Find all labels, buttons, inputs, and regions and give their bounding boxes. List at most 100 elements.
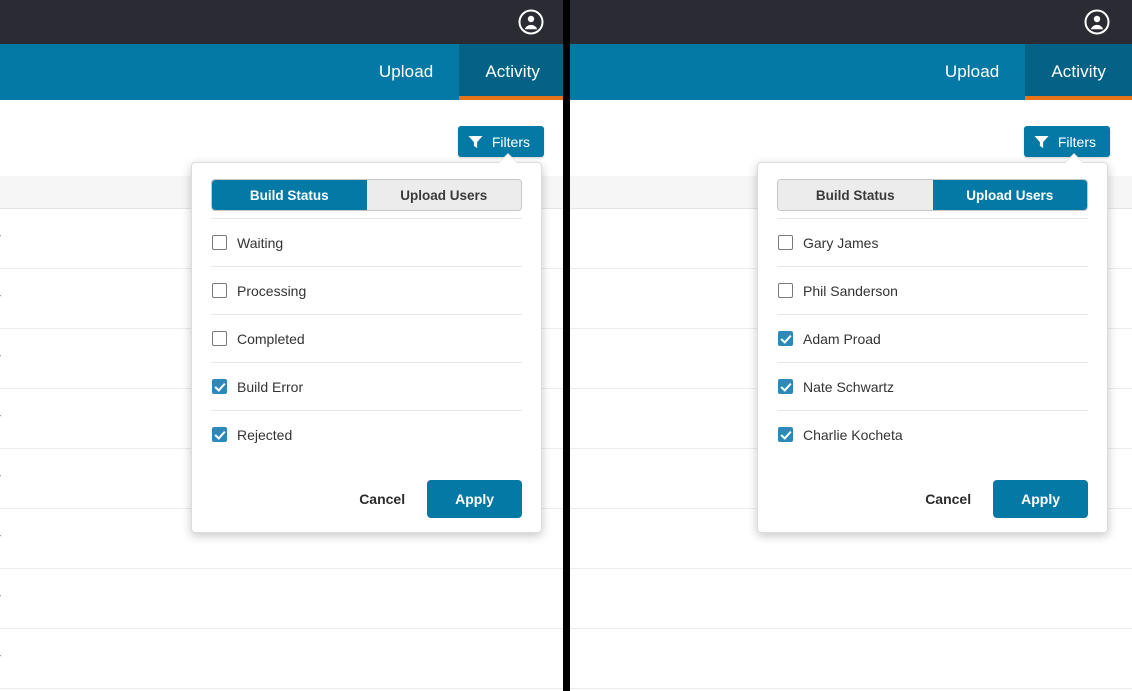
filter-option[interactable]: Adam Proad — [777, 314, 1088, 362]
apply-button[interactable]: Apply — [427, 480, 522, 518]
filter-option-label: Build Error — [237, 378, 304, 395]
filter-option-label: Waiting — [237, 234, 284, 251]
checkbox-checked-icon[interactable] — [212, 379, 227, 394]
nav-tab-upload-label: Upload — [378, 62, 434, 81]
filter-option[interactable]: Processing — [211, 266, 522, 314]
filter-tab-group: Build Status Upload Users — [211, 179, 522, 211]
filter-tab-build-status[interactable]: Build Status — [212, 180, 367, 210]
app-canvas-left: Upload Activity Filters VBK For — [0, 0, 563, 691]
account-circle-icon[interactable] — [518, 9, 544, 35]
cell-user: Joseph User — [0, 291, 50, 307]
filter-option[interactable]: Build Error — [211, 362, 522, 410]
filter-tab-build-status[interactable]: Build Status — [778, 180, 933, 210]
table-row[interactable]: ePub12-04-2018Joseph User — [0, 569, 563, 629]
checkbox-checked-icon[interactable] — [778, 379, 793, 394]
filters-button-label: Filters — [491, 133, 530, 150]
nav-tab-upload[interactable]: Upload — [353, 44, 459, 100]
filter-option[interactable]: Phil Sanderson — [777, 266, 1088, 314]
cell-user: Joseph User — [570, 231, 616, 247]
filter-option-label: Charlie Kocheta — [803, 426, 903, 443]
right-screenshot-panel: Upload Activity Filters VBK For — [570, 0, 1132, 691]
top-bar-right — [570, 0, 1132, 44]
cell-user: Joseph User — [0, 351, 50, 367]
app-canvas-right: Upload Activity Filters VBK For — [570, 0, 1132, 691]
cancel-button[interactable]: Cancel — [353, 483, 411, 515]
cell-user: Joseph User — [0, 531, 50, 547]
filter-option-label: Completed — [237, 330, 305, 347]
filter-option[interactable]: Completed — [211, 314, 522, 362]
cancel-button[interactable]: Cancel — [919, 483, 977, 515]
filter-tab-group: Build Status Upload Users — [777, 179, 1088, 211]
filter-actions-right: Cancel Apply — [777, 480, 1088, 518]
cell-user: Joseph User — [0, 591, 50, 607]
nav-tab-list: Upload Activity — [353, 44, 563, 100]
filter-popover-build-status: Build Status Upload Users Waiting Process… — [191, 162, 542, 533]
cell-user: Joseph User — [0, 471, 50, 487]
funnel-icon — [468, 135, 483, 148]
filter-tab-build-status-label: Build Status — [249, 187, 329, 203]
cell-user: Joseph User — [0, 411, 50, 427]
filter-tab-upload-users[interactable]: Upload Users — [932, 180, 1087, 210]
filter-option[interactable]: Waiting — [211, 218, 522, 266]
checkbox-unchecked-icon[interactable] — [778, 235, 793, 250]
filter-option-label: Nate Schwartz — [803, 378, 895, 395]
table-row[interactable]: PDF12-04-2018Joseph User — [0, 629, 563, 689]
nav-tab-upload-label: Upload — [944, 62, 1000, 81]
nav-tab-activity[interactable]: Activity — [459, 44, 563, 100]
filters-button-label: Filters — [1057, 133, 1096, 150]
nav-tab-upload[interactable]: Upload — [919, 44, 1025, 100]
filter-option-label: Processing — [237, 282, 307, 299]
filter-option[interactable]: Gary James — [777, 218, 1088, 266]
screenshot-comparison-stage: Upload Activity Filters VBK For — [0, 0, 1132, 691]
apply-button[interactable]: Apply — [993, 480, 1088, 518]
table-header-user — [570, 176, 616, 209]
filter-option-list-left: Waiting Processing Completed Build Error Rej… — [211, 218, 522, 458]
checkbox-unchecked-icon[interactable] — [212, 235, 227, 250]
left-screenshot-panel: Upload Activity Filters VBK For — [0, 0, 563, 691]
checkbox-unchecked-icon[interactable] — [212, 283, 227, 298]
filters-button[interactable]: Filters — [457, 126, 544, 157]
cell-user: Joseph User — [570, 651, 616, 667]
cell-user: Joseph User — [570, 351, 616, 367]
checkbox-checked-icon[interactable] — [778, 427, 793, 442]
checkbox-unchecked-icon[interactable] — [212, 331, 227, 346]
panel-divider — [563, 0, 570, 691]
nav-tab-activity[interactable]: Activity — [1025, 44, 1132, 100]
filter-tab-upload-users[interactable]: Upload Users — [366, 180, 521, 210]
cell-user: Joseph User — [570, 291, 616, 307]
checkbox-checked-icon[interactable] — [212, 427, 227, 442]
filter-option-list-right: Gary James Phil Sanderson Adam Proad Nate S… — [777, 218, 1088, 458]
filter-popover-upload-users: Build Status Upload Users Gary James Phil… — [757, 162, 1108, 533]
table-row[interactable]: ePub12-04-2018Joseph User — [570, 569, 1132, 629]
filter-option[interactable]: Rejected — [211, 410, 522, 458]
nav-tab-list-right: Upload Activity — [919, 44, 1132, 100]
filter-actions-left: Cancel Apply — [211, 480, 522, 518]
filter-option[interactable]: Nate Schwartz — [777, 362, 1088, 410]
checkbox-checked-icon[interactable] — [778, 331, 793, 346]
nav-tab-activity-label: Activity — [485, 62, 540, 81]
cell-user: Joseph User — [570, 411, 616, 427]
filter-tab-build-status-label: Build Status — [815, 187, 895, 203]
table-row[interactable]: PDF12-04-2018Joseph User — [570, 629, 1132, 689]
filter-option-label: Gary James — [803, 234, 879, 251]
filter-option-label: Rejected — [237, 426, 293, 443]
filter-tab-upload-users-label: Upload Users — [966, 187, 1054, 203]
cell-user: Joseph User — [0, 231, 50, 247]
primary-nav-bar: Upload Activity — [0, 44, 563, 100]
nav-tab-activity-label: Activity — [1051, 62, 1106, 81]
top-bar — [0, 0, 563, 44]
account-circle-icon[interactable] — [1084, 9, 1110, 35]
filters-button[interactable]: Filters — [1023, 126, 1110, 157]
primary-nav-bar-right: Upload Activity — [570, 44, 1132, 100]
filter-option[interactable]: Charlie Kocheta — [777, 410, 1088, 458]
cell-user: Joseph User — [570, 471, 616, 487]
cell-user: Joseph User — [570, 591, 616, 607]
checkbox-unchecked-icon[interactable] — [778, 283, 793, 298]
table-header-user — [0, 176, 50, 209]
filter-option-label: Phil Sanderson — [803, 282, 898, 299]
cell-user: Joseph User — [0, 651, 50, 667]
filter-option-label: Adam Proad — [803, 330, 881, 347]
cell-user: Joseph User — [570, 531, 616, 547]
funnel-icon — [1034, 135, 1049, 148]
filter-tab-upload-users-label: Upload Users — [400, 187, 488, 203]
